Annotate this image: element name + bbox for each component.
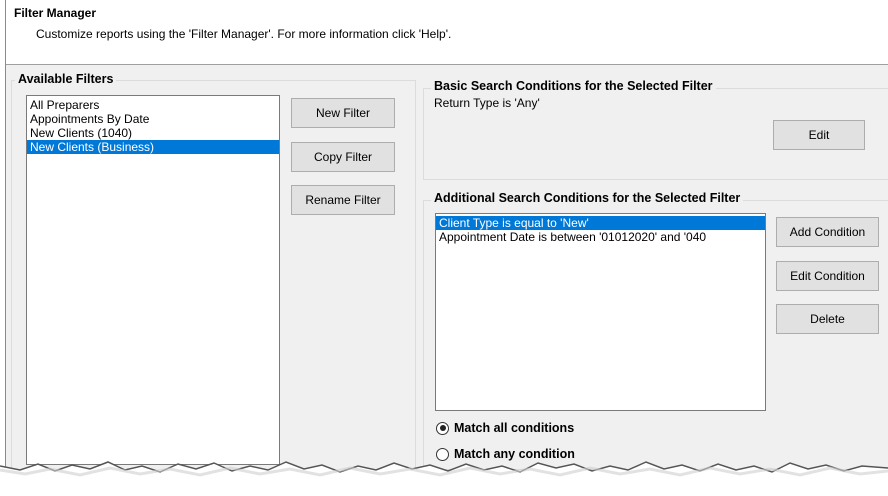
dialog-description: Customize reports using the 'Filter Mana…	[36, 27, 452, 41]
condition-item-selected[interactable]: Client Type is equal to 'New'	[436, 216, 765, 230]
delete-button[interactable]: Delete	[776, 304, 879, 334]
filter-item[interactable]: All Preparers	[27, 98, 279, 112]
filter-manager-window: Filter Manager Customize reports using t…	[5, 0, 888, 472]
rename-filter-button[interactable]: Rename Filter	[291, 185, 395, 215]
filter-item[interactable]: New Clients (1040)	[27, 126, 279, 140]
basic-conditions-label: Basic Search Conditions for the Selected…	[431, 79, 716, 93]
copy-filter-button[interactable]: Copy Filter	[291, 142, 395, 172]
match-all-label: Match all conditions	[454, 421, 575, 435]
torn-edge-decoration	[0, 461, 888, 496]
match-all-option[interactable]: Match all conditions	[436, 419, 574, 437]
header-banner: Filter Manager Customize reports using t…	[6, 0, 888, 65]
filter-item[interactable]: Appointments By Date	[27, 112, 279, 126]
additional-conditions-list[interactable]: Client Type is equal to 'New' Appointmen…	[435, 213, 766, 411]
basic-condition-text: Return Type is 'Any'	[434, 96, 540, 110]
new-filter-button[interactable]: New Filter	[291, 98, 395, 128]
edit-condition-button[interactable]: Edit Condition	[776, 261, 879, 291]
match-all-radio[interactable]	[436, 421, 449, 435]
add-condition-button[interactable]: Add Condition	[776, 217, 879, 247]
basic-edit-button[interactable]: Edit	[773, 120, 865, 150]
condition-item[interactable]: Appointment Date is between '01012020' a…	[436, 230, 765, 244]
available-filters-label: Available Filters	[15, 72, 117, 86]
filter-item-selected[interactable]: New Clients (Business)	[27, 140, 279, 154]
dialog-title: Filter Manager	[14, 6, 97, 20]
available-filters-list[interactable]: All Preparers Appointments By Date New C…	[26, 95, 280, 465]
additional-conditions-label: Additional Search Conditions for the Sel…	[431, 191, 744, 205]
